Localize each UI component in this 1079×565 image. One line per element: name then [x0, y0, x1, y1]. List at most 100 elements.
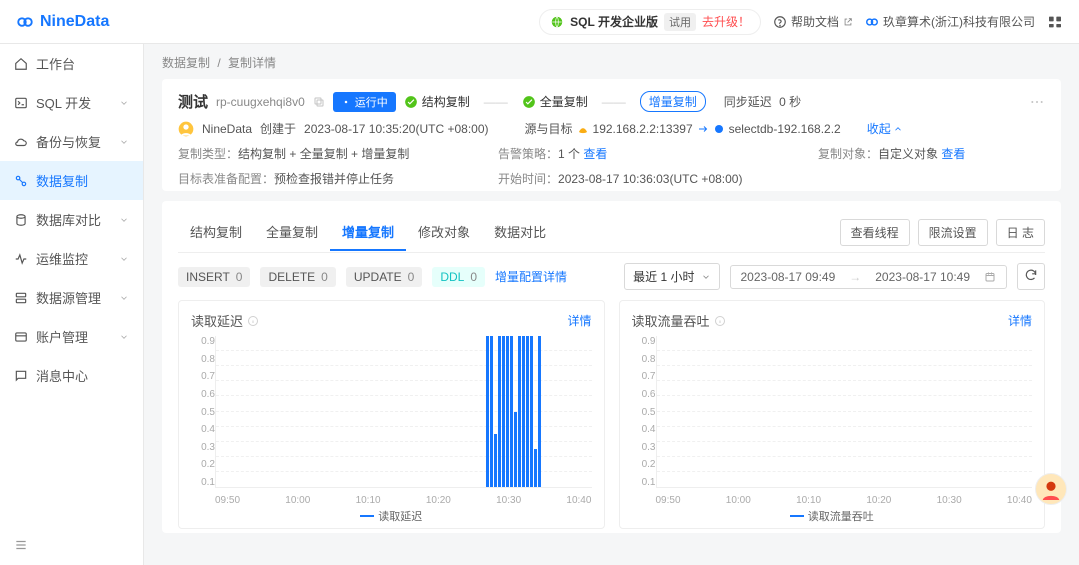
stat-label: DDL [440, 270, 464, 284]
chart-title: 读取流量吞吐 [632, 311, 710, 330]
src-endpoint: 192.168.2.2:13397 [593, 122, 693, 136]
arrow-right-icon [697, 123, 709, 135]
support-avatar-icon [1040, 478, 1062, 500]
support-avatar[interactable] [1035, 473, 1067, 505]
creator-name: NineData [202, 122, 252, 136]
tab-modify-obj[interactable]: 修改对象 [406, 214, 482, 251]
sidebar-collapse[interactable] [0, 528, 143, 565]
sidebar-item-account[interactable]: 账户管理 [0, 317, 143, 356]
tab-incr[interactable]: 增量复制 [330, 214, 406, 251]
sidebar-item-sqldev[interactable]: SQL 开发 [0, 83, 143, 122]
sidebar-item-messages[interactable]: 消息中心 [0, 356, 143, 395]
stat-value: 0 [408, 270, 415, 284]
refresh-button[interactable] [1017, 263, 1045, 290]
legend-label: 读取流量吞吐 [808, 508, 874, 524]
sync-delay-value: 0 秒 [779, 95, 801, 109]
running-icon [341, 97, 351, 107]
chart-title: 读取延迟 [191, 311, 243, 330]
chevron-down-icon [119, 293, 129, 303]
chart-card-read-delay: 读取延迟 详情 0.90.80.70.60.50.40.30.20.1 09:5… [178, 300, 605, 529]
collapse-icon [14, 538, 28, 552]
time-range-value: 最近 1 小时 [633, 268, 694, 285]
sidebar-item-compare[interactable]: 数据库对比 [0, 200, 143, 239]
info-icon[interactable] [247, 315, 259, 327]
sync-delay: 同步延迟 0 秒 [724, 93, 801, 110]
topbar: NineData SQL 开发企业版 试用 去升级！ 帮助文档 玖章算术(浙江)… [0, 0, 1079, 44]
sidebar-item-replication[interactable]: 数据复制 [0, 161, 143, 200]
info-obj-value: 自定义对象 [878, 147, 938, 161]
stat-value: 0 [236, 270, 243, 284]
check-icon [404, 95, 418, 109]
info-type-label: 复制类型： [178, 147, 238, 161]
stat-value: 0 [470, 270, 477, 284]
chart-detail-link[interactable]: 详情 [567, 312, 591, 329]
chevron-down-icon [119, 254, 129, 264]
info-obj-link[interactable]: 查看 [941, 147, 965, 161]
copy-icon [14, 174, 28, 188]
chevron-down-icon [701, 272, 711, 282]
logs-button[interactable]: 日 志 [996, 219, 1045, 246]
stat-label: UPDATE [354, 270, 402, 284]
date-from: 2023-08-17 09:49 [741, 270, 836, 284]
sidebar-item-label: SQL 开发 [36, 93, 119, 112]
stat-ddl: DDL 0 [432, 267, 485, 287]
threads-button[interactable]: 查看线程 [840, 219, 910, 246]
org-link[interactable]: 玖章算术(浙江)科技有限公司 [865, 13, 1035, 30]
chevron-down-icon [119, 215, 129, 225]
task-title: 测试 [178, 91, 208, 112]
info-icon[interactable] [714, 315, 726, 327]
tgt-endpoint: selectdb-192.168.2.2 [729, 122, 841, 136]
sidebar-item-monitor[interactable]: 运维监控 [0, 239, 143, 278]
created-label: 创建于 [260, 120, 296, 137]
upgrade-pill[interactable]: SQL 开发企业版 试用 去升级！ [539, 9, 761, 35]
run-status-label: 运行中 [355, 94, 388, 110]
org-name: 玖章算术(浙江)科技有限公司 [883, 13, 1035, 30]
cloud-icon [14, 135, 28, 149]
legend-swatch [790, 515, 804, 517]
info-alarm-label: 告警策略： [498, 147, 558, 161]
sidebar-item-workbench[interactable]: 工作台 [0, 44, 143, 83]
sidebar-item-label: 数据复制 [36, 171, 129, 190]
src-tgt-label: 源与目标 [525, 120, 573, 137]
apps-icon[interactable] [1047, 14, 1063, 30]
copy-id-icon[interactable] [313, 96, 325, 108]
created-at: 2023-08-17 10:35:20(UTC +08:00) [304, 122, 488, 136]
chart-detail-link[interactable]: 详情 [1008, 312, 1032, 329]
tab-struct[interactable]: 结构复制 [178, 214, 254, 251]
incr-config-link[interactable]: 增量配置详情 [495, 268, 567, 285]
info-alarm-link[interactable]: 查看 [583, 147, 607, 161]
sidebar-item-label: 工作台 [36, 54, 129, 73]
throttle-button[interactable]: 限流设置 [918, 219, 988, 246]
sidebar-item-backup[interactable]: 备份与恢复 [0, 122, 143, 161]
breadcrumb-root[interactable]: 数据复制 [162, 56, 210, 70]
sidebar-item-datasource[interactable]: 数据源管理 [0, 278, 143, 317]
stat-delete: DELETE0 [260, 267, 335, 287]
upgrade-link[interactable]: 去升级！ [702, 13, 750, 30]
collapse-toggle[interactable]: 收起 [867, 120, 903, 137]
datasource-icon [14, 291, 28, 305]
info-prep-value: 预检查报错并停止任务 [274, 172, 394, 186]
time-range-select[interactable]: 最近 1 小时 [624, 263, 719, 290]
tab-full[interactable]: 全量复制 [254, 214, 330, 251]
org-icon [865, 15, 879, 29]
sidebar-item-label: 消息中心 [36, 366, 129, 385]
step-incr: 增量复制 [640, 91, 706, 112]
terminal-icon [14, 96, 28, 110]
sidebar-item-label: 数据库对比 [36, 210, 119, 229]
date-range-picker[interactable]: 2023-08-17 09:49 → 2023-08-17 10:49 [730, 265, 1008, 289]
creator-avatar-icon [178, 121, 194, 137]
legend-swatch [360, 515, 374, 517]
more-icon[interactable] [1029, 94, 1045, 110]
logo[interactable]: NineData [16, 13, 109, 31]
collapse-label: 收起 [867, 120, 891, 137]
info-alarm-value: 1 个 [558, 147, 580, 161]
message-icon [14, 369, 28, 383]
date-to: 2023-08-17 10:49 [875, 270, 970, 284]
header-panel: 测试 rp-cuugxehqi8v0 运行中 结构复制 —— 全量复制 —— 增… [162, 79, 1061, 191]
chart-area-right: 0.90.80.70.60.50.40.30.20.1 09:5010:0010… [632, 336, 1033, 506]
help-doc-link[interactable]: 帮助文档 [773, 13, 853, 30]
sidebar-item-label: 账户管理 [36, 327, 119, 346]
tab-data-compare[interactable]: 数据对比 [482, 214, 558, 251]
upgrade-product: SQL 开发企业版 [570, 13, 658, 30]
chevron-down-icon [119, 137, 129, 147]
